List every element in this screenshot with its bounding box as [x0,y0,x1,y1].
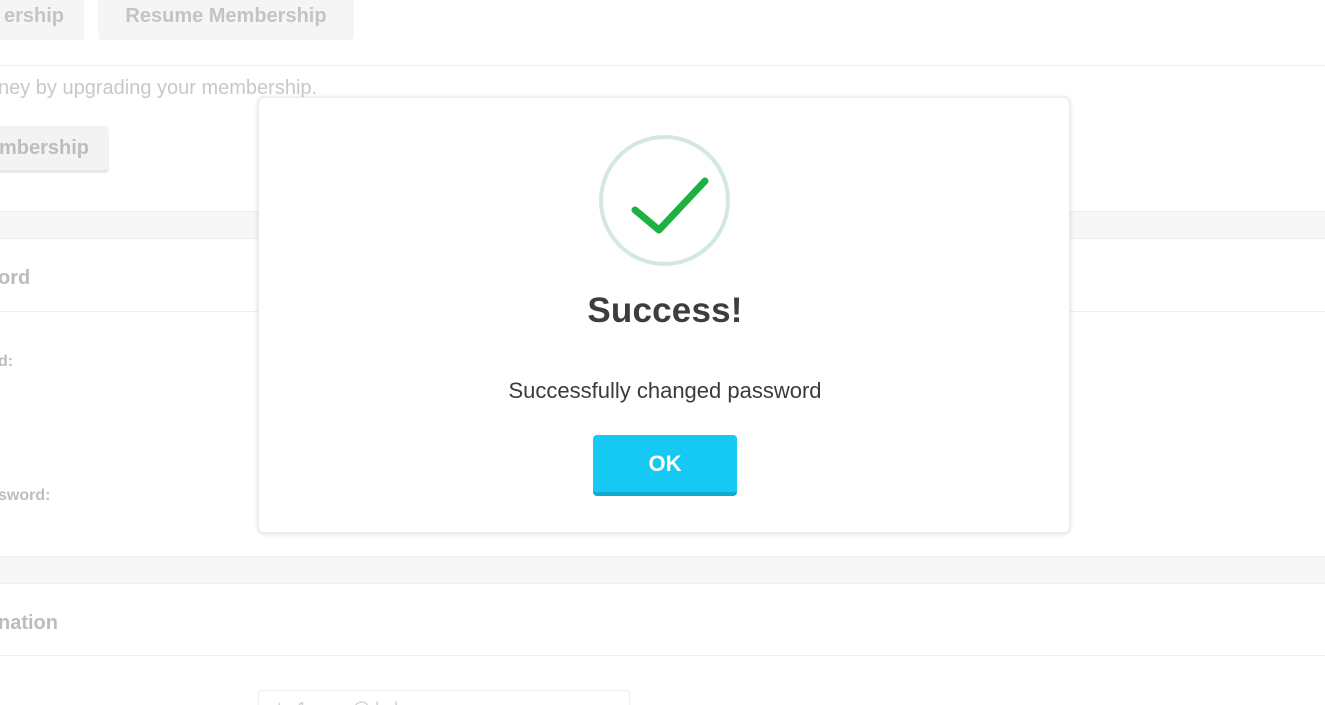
success-dialog: Success! Successfully changed password O… [258,97,1070,533]
new-password-label: d: [0,353,14,370]
email-field[interactable]: t . 1 . . . . @ l . l [258,690,630,705]
upgrade-membership-button[interactable]: mbership [0,126,109,173]
dialog-message: Successfully changed password [508,378,822,403]
checkmark-icon [631,177,709,234]
divider [0,655,1325,656]
change-password-section-title: ord [0,267,31,289]
account-information-section-title: nation [0,612,58,634]
divider [0,65,1325,66]
check-circle-icon [599,135,730,266]
pause-membership-button[interactable]: ership [0,0,84,40]
section-separator [0,556,1325,584]
ok-button[interactable]: OK [593,435,737,496]
resume-membership-button[interactable]: Resume Membership [98,0,354,40]
dialog-title: Success! [587,291,743,330]
confirm-password-label: sword: [0,487,51,504]
